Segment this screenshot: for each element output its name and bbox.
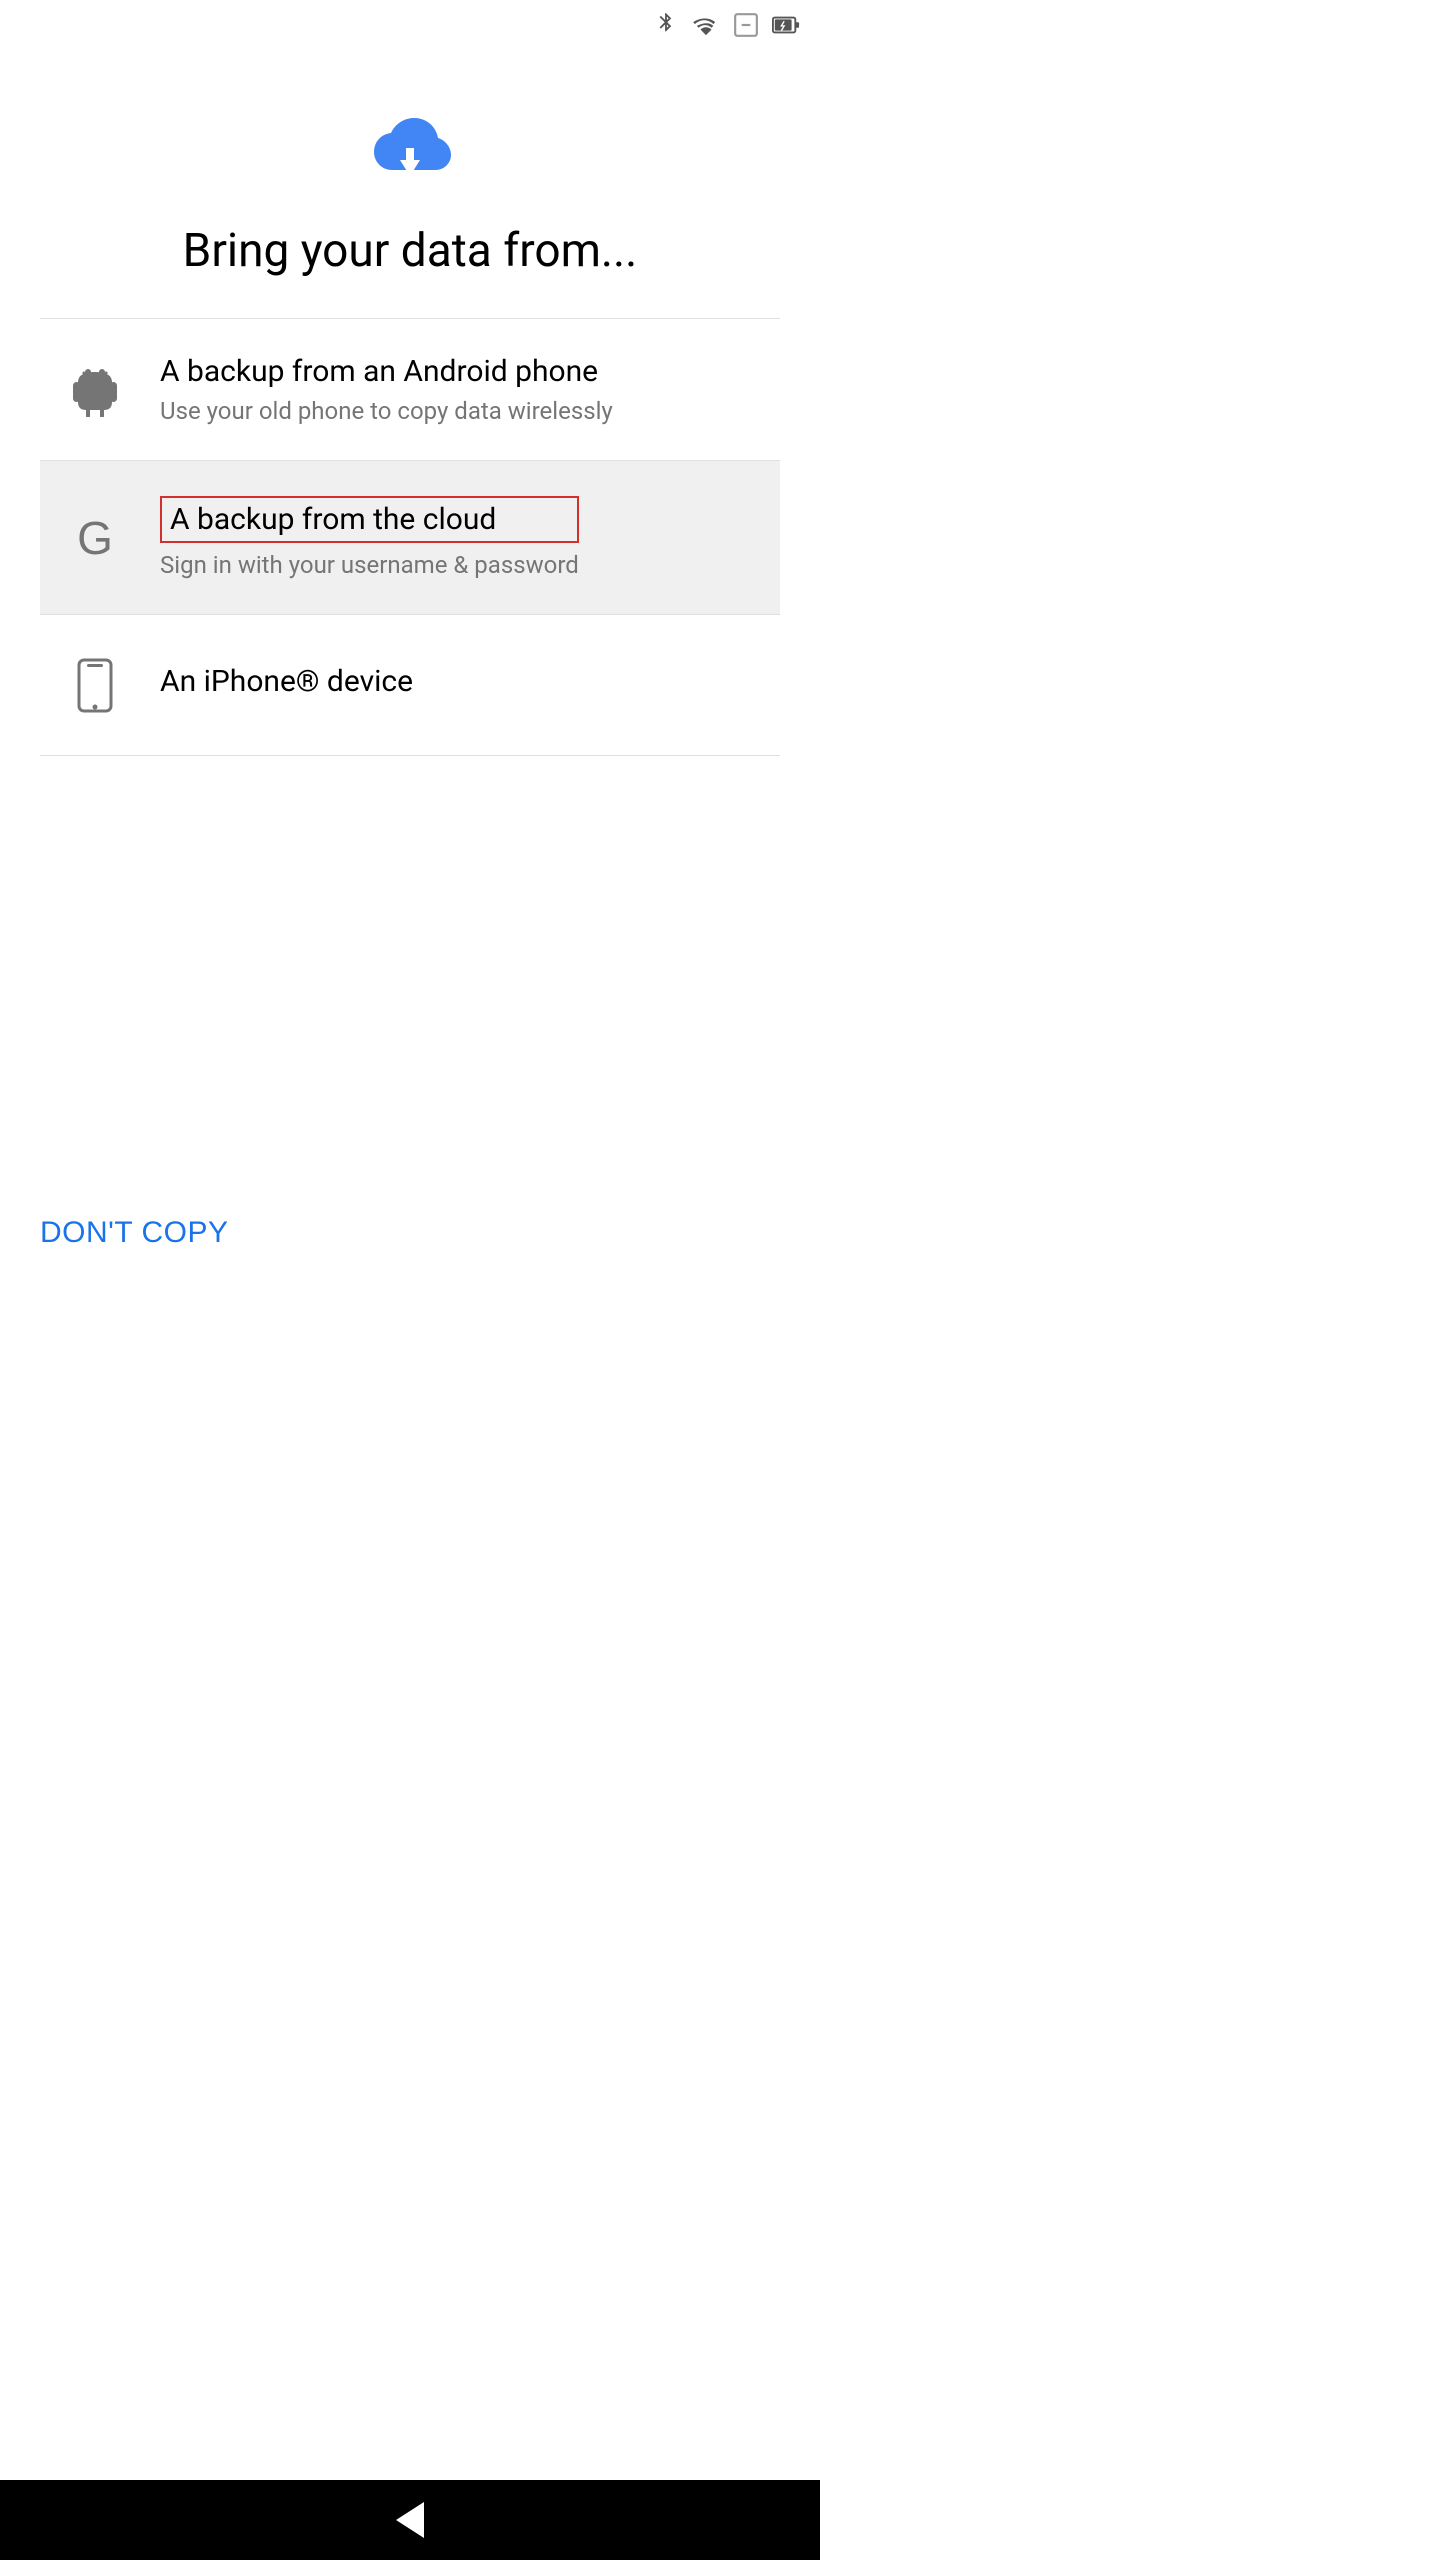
page-title: Bring your data from...: [183, 224, 638, 278]
cloud-download-icon: [360, 110, 460, 180]
battery-icon: [772, 11, 800, 39]
android-backup-text: A backup from an Android phone Use your …: [160, 354, 613, 425]
android-backup-item[interactable]: A backup from an Android phone Use your …: [40, 319, 780, 460]
iphone-title: An iPhone® device: [160, 664, 413, 699]
cloud-backup-item[interactable]: G A backup from the cloud Sign in with y…: [40, 461, 780, 614]
cloud-icon-wrapper: [360, 110, 460, 184]
android-backup-title: A backup from an Android phone: [160, 354, 613, 389]
iphone-text: An iPhone® device: [160, 664, 413, 707]
android-icon: [60, 355, 130, 425]
bluetooth-icon: [652, 11, 680, 39]
dont-copy-button[interactable]: DON'T COPY: [40, 1216, 229, 1250]
bottom-area: DON'T COPY: [40, 1216, 229, 1250]
list-container: A backup from an Android phone Use your …: [40, 319, 780, 756]
cloud-backup-text: A backup from the cloud Sign in with you…: [160, 496, 579, 579]
google-g-icon: G: [60, 503, 130, 573]
bottom-nav-bar: [0, 2480, 820, 2560]
cloud-backup-subtitle: Sign in with your username & password: [160, 551, 579, 579]
android-backup-subtitle: Use your old phone to copy data wireless…: [160, 397, 613, 425]
wifi-icon: [692, 11, 720, 39]
status-bar: [0, 0, 820, 50]
iphone-icon: [60, 650, 130, 720]
main-content: Bring your data from... A backup from an…: [0, 50, 820, 756]
divider-bottom: [40, 755, 780, 756]
back-button[interactable]: [396, 2502, 424, 2538]
iphone-item[interactable]: An iPhone® device: [40, 615, 780, 755]
signal-icon: [732, 11, 760, 39]
cloud-backup-title: A backup from the cloud: [160, 496, 579, 543]
